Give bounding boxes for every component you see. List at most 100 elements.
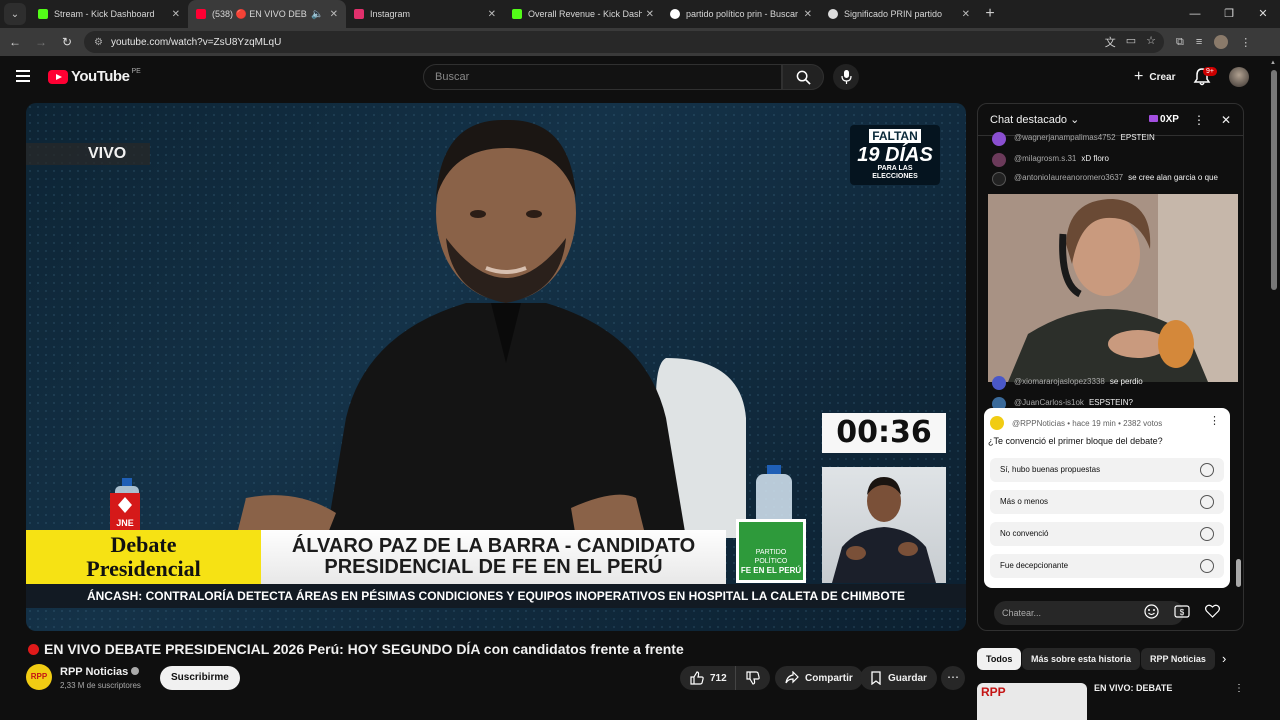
bookmark-star-icon[interactable]: ☆ [1146,34,1156,50]
chevron-down-icon: ⌄ [1070,114,1080,126]
translate-icon[interactable]: 文 [1105,34,1116,50]
chat-author[interactable]: @antonioIaureanoromero3637 [1014,173,1123,182]
debate-line2: Presidencial [86,556,201,581]
poll-meta-text: @RPPNoticias • hace 19 min • 2382 votos [1012,418,1163,428]
share-button[interactable]: Compartir [775,666,863,690]
para-las-text: PARA LAS [877,165,913,172]
tab-google-search[interactable]: partido político prin - Buscar co ✕ [662,0,820,28]
radio-icon [1200,463,1214,477]
profile-avatar-icon[interactable] [1214,35,1229,49]
minimize-icon[interactable]: — [1178,0,1212,28]
restore-icon[interactable]: ❐ [1212,0,1246,28]
tab-youtube-debate[interactable]: (538) 🔴 EN VIVO DEBATE PR 🔈 ✕ [188,0,346,28]
radio-icon [1200,559,1214,573]
site-info-icon[interactable]: ⚙ [94,37,103,48]
chat-author[interactable]: @xiomararojaslopez3338 [1014,376,1105,390]
close-window-icon[interactable]: ✕ [1246,0,1280,28]
new-tab-button[interactable]: + [978,5,1002,23]
youtube-play-icon [48,69,68,84]
forward-icon[interactable]: → [28,35,54,49]
tab-significado-prin[interactable]: Significado PRIN partido ✕ [820,0,978,28]
reco-options-icon[interactable]: ⋮ [1234,683,1244,694]
search-button[interactable] [782,64,824,90]
cast-icon[interactable]: ▭ [1126,34,1136,50]
tab-kick-revenue[interactable]: Overall Revenue - Kick Dashboa ✕ [504,0,662,28]
mic-icon [840,70,852,84]
kick-favicon-icon [38,9,48,19]
dislike-button[interactable] [735,666,770,690]
emoji-icon[interactable] [1144,604,1159,619]
chat-options-icon[interactable]: ⋮ [1193,113,1205,127]
candidate-image [236,119,686,538]
search-input[interactable]: Buscar [423,64,782,90]
account-avatar[interactable] [1229,67,1249,87]
tab-instagram[interactable]: Instagram ✕ [346,0,504,28]
subscribe-button[interactable]: Suscribirme [160,666,240,690]
youtube-logo[interactable]: YouTube PE [48,68,141,85]
poll-option[interactable]: Más o menos [990,490,1224,514]
recommended-video-title[interactable]: EN VIVO: DEBATE [1094,683,1172,693]
heart-icon[interactable] [1205,604,1220,618]
chat-avatar[interactable] [992,153,1006,167]
election-countdown-badge: FALTAN 19 DÍAS PARA LAS ELECCIONES [850,125,940,185]
jne-logo: JNE [110,493,140,533]
video-player[interactable]: VIVO FALTAN 19 DÍAS PARA LAS ELECCIONES … [26,103,966,631]
scrollbar-thumb[interactable] [1236,559,1241,587]
window-controls: — ❐ ✕ [1178,0,1280,28]
reload-icon[interactable]: ↻ [54,35,80,49]
chat-mode-dropdown[interactable]: Chat destacado ⌄ [990,113,1149,126]
chat-avatar[interactable] [992,376,1006,390]
like-button[interactable]: 712 [680,666,739,690]
close-icon[interactable]: ✕ [172,9,180,20]
poll-option-label: Más o menos [1000,497,1049,506]
close-icon[interactable]: ✕ [330,9,338,20]
chat-author[interactable]: @wagnerjanampalimas4752 [1014,132,1116,146]
super-chat-icon[interactable]: $ [1174,604,1190,619]
xp-badge[interactable]: 0XP [1149,114,1179,125]
tab-kick-stream[interactable]: Stream - Kick Dashboard ✕ [30,0,188,28]
poll-options-icon[interactable]: ⋮ [1209,414,1220,427]
browser-menu-icon[interactable]: ⋮ [1240,36,1251,49]
back-icon[interactable]: ← [2,35,28,49]
scroll-up-arrow-icon[interactable]: ▲ [1270,60,1276,66]
channel-name[interactable]: RPP Noticias [60,666,140,678]
party-small-text: PARTIDO POLÍTICO [754,549,788,565]
save-button[interactable]: Guardar [860,666,937,690]
chat-header-title: Chat destacado [990,114,1068,126]
chat-avatar[interactable] [992,132,1006,146]
recommended-video-thumbnail[interactable]: RPP [977,683,1087,720]
chevron-right-icon[interactable]: › [1222,651,1226,666]
close-chat-icon[interactable]: ✕ [1221,113,1231,127]
menu-icon[interactable] [16,70,30,82]
voice-search-button[interactable] [833,64,859,90]
close-icon[interactable]: ✕ [488,9,496,20]
close-icon[interactable]: ✕ [962,9,970,20]
chat-scrollbar[interactable] [1236,144,1241,588]
tab-search-menu[interactable]: ⌄ [4,3,26,25]
speaker-icon[interactable]: 🔈 [311,9,323,20]
close-icon[interactable]: ✕ [646,9,654,20]
poll-option[interactable]: Sí, hubo buenas propuestas [990,458,1224,482]
notification-badge: 9+ [1203,67,1217,76]
chip-mas-sobre-esta-historia[interactable]: Más sobre esta historia [1022,648,1141,670]
channel-avatar[interactable]: RPP [26,664,52,690]
chat-avatar[interactable] [992,172,1006,186]
poll-option[interactable]: Fue decepcionante [990,554,1224,578]
page-scrollbar[interactable] [1271,70,1277,290]
instagram-favicon-icon [354,9,364,19]
close-icon[interactable]: ✕ [804,9,812,20]
more-actions-button[interactable]: ⋯ [941,666,965,690]
chat-message: @antonioIaureanoromero3637 se cree alan g… [992,172,1222,186]
create-button[interactable]: + Crear [1124,64,1185,90]
poll-option[interactable]: No convenció [990,522,1224,546]
chat-message: @xiomararojaslopez3338 se perdio [992,376,1143,390]
chat-message-body: @antonioIaureanoromero3637 se cree alan g… [1014,172,1218,186]
chip-rpp-noticias[interactable]: RPP Noticias [1141,648,1215,670]
extensions-icon[interactable]: ⧉ [1176,36,1184,49]
url-field[interactable]: ⚙ youtube.com/watch?v=ZsU8YzqMLqU 文 ▭ ☆ [84,31,1164,53]
chat-author[interactable]: @milagrosm.s.31 [1014,153,1076,167]
chip-todos[interactable]: Todos [977,648,1022,670]
poll-option-label: Fue decepcionante [1000,561,1069,570]
create-label: Crear [1149,71,1176,83]
media-control-icon[interactable]: ≡ [1196,36,1202,48]
